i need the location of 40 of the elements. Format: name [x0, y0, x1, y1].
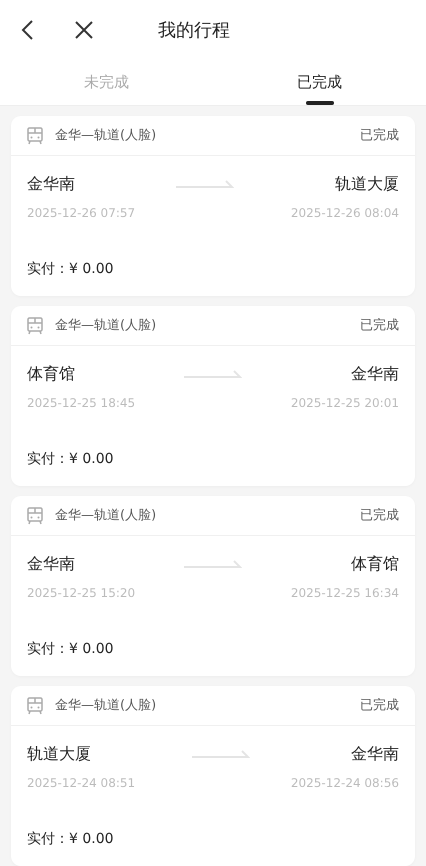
back-icon[interactable]	[20, 19, 34, 41]
trip-status: 已完成	[360, 316, 399, 335]
station-name: 金华南	[27, 553, 75, 575]
line-name: 金华—轨道(人脸)	[55, 126, 156, 145]
station-name: 金华南	[27, 173, 75, 195]
station-name: 金华南	[351, 743, 399, 765]
fare-text: 实付：¥ 0.00	[27, 261, 114, 277]
line-name: 金华—轨道(人脸)	[55, 696, 156, 715]
tab[interactable]: 已完成	[297, 70, 342, 105]
close-icon[interactable]	[74, 20, 94, 40]
departure-time: 2025-12-24 08:51	[27, 775, 136, 792]
trip-status: 已完成	[360, 696, 399, 715]
station-name: 轨道大厦	[335, 173, 399, 195]
fare-text: 实付：¥ 0.00	[27, 641, 114, 657]
line-name: 金华—轨道(人脸)	[55, 506, 156, 525]
departure-time: 2025-12-25 18:45	[27, 395, 136, 412]
trip-status: 已完成	[360, 126, 399, 145]
station-name: 体育馆	[351, 553, 399, 575]
trip-card[interactable]: 金华—轨道(人脸) 已完成 金华南 轨道大厦 2025-12-26 07:57 2025-12-26 08:04 实付：¥ 0.00	[11, 116, 415, 296]
trip-card[interactable]: 金华—轨道(人脸) 已完成 体育馆 金华南 2025-12-25 18:45 2025-12-25 20:01 实付：¥ 0.00	[11, 306, 415, 486]
trip-card[interactable]: 金华—轨道(人脸) 已完成 金华南 体育馆 2025-12-25 15:20 2025-12-25 16:34 实付：¥ 0.00	[11, 496, 415, 676]
line-name: 金华—轨道(人脸)	[55, 316, 156, 335]
departure-time: 2025-12-26 07:57	[27, 205, 136, 222]
station-name: 金华南	[351, 363, 399, 385]
arrival-time: 2025-12-25 20:01	[290, 395, 399, 412]
fare-text: 实付：¥ 0.00	[27, 451, 114, 467]
arrival-time: 2025-12-25 16:34	[290, 585, 399, 602]
station-name: 轨道大厦	[27, 743, 91, 765]
departure-time: 2025-12-25 15:20	[27, 585, 136, 602]
train-icon	[27, 316, 43, 334]
train-icon	[27, 506, 43, 524]
arrival-time: 2025-12-24 08:56	[290, 775, 399, 792]
trip-status: 已完成	[360, 506, 399, 525]
arrival-time: 2025-12-26 08:04	[290, 205, 399, 222]
fare-text: 实付：¥ 0.00	[27, 831, 114, 847]
trip-card[interactable]: 金华—轨道(人脸) 已完成 轨道大厦 金华南 2025-12-24 08:51 2025-12-24 08:56 实付：¥ 0.00	[11, 686, 415, 866]
station-name: 体育馆	[27, 363, 75, 385]
train-icon	[27, 696, 43, 714]
page-title: 我的行程	[158, 18, 230, 42]
train-icon	[27, 126, 43, 144]
